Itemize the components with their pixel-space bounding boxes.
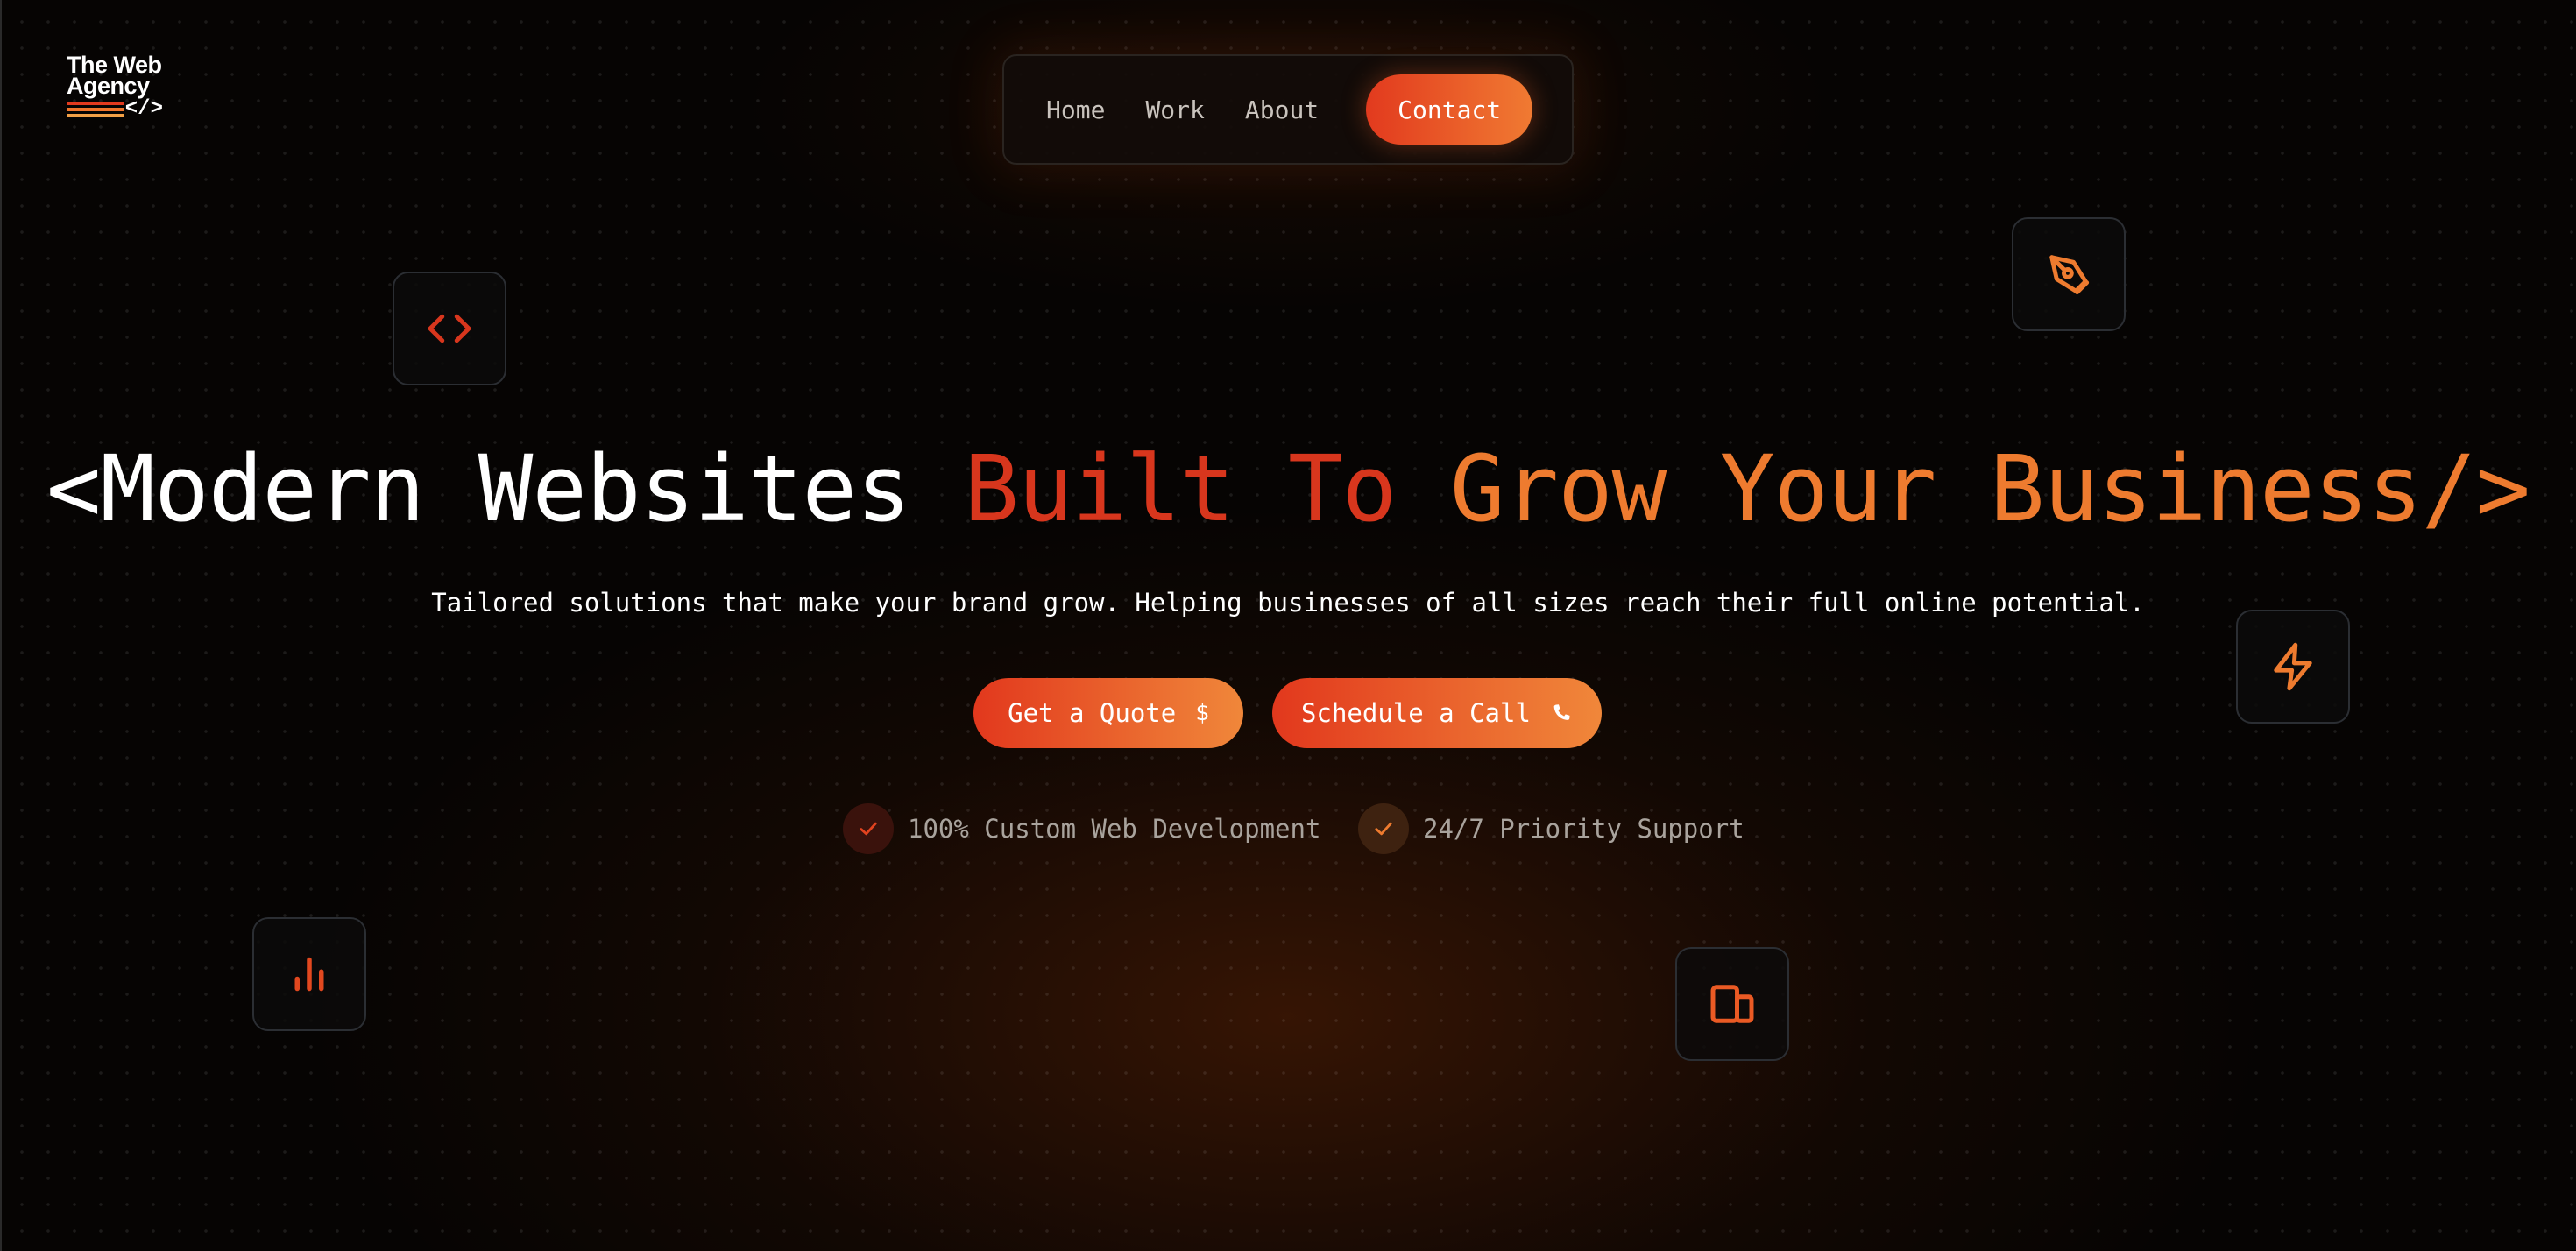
agency-logo[interactable]: The Web Agency </>	[67, 53, 163, 121]
nav-link-work[interactable]: Work	[1145, 95, 1204, 124]
devices-icon	[1710, 985, 1754, 1023]
lightning-tile	[2236, 610, 2350, 724]
window-edge	[0, 0, 2, 1251]
nav-link-about[interactable]: About	[1245, 95, 1319, 124]
code-icon	[428, 314, 471, 343]
get-quote-label: Get a Quote	[1008, 698, 1177, 728]
pen-tool-tile	[2012, 217, 2126, 331]
devices-tile	[1675, 947, 1789, 1061]
feature-priority-support: 24/7 Priority Support	[1358, 802, 1744, 855]
hero-title: <Modern Websites Built To Grow Your Busi…	[0, 436, 2576, 541]
schedule-call-button[interactable]: Schedule a Call	[1272, 678, 1602, 748]
feature-label: 24/7 Priority Support	[1423, 814, 1744, 844]
lightning-icon	[2274, 642, 2312, 691]
hero-title-part-2: Built To	[964, 435, 1450, 542]
dollar-icon: $	[1195, 700, 1209, 726]
nav-link-home[interactable]: Home	[1046, 95, 1105, 124]
hero-subtitle: Tailored solutions that make your brand …	[431, 588, 2145, 618]
background-dot-grid	[0, 0, 2576, 1251]
hero-title-part-1: <Modern Websites	[46, 435, 965, 542]
bar-chart-tile	[252, 917, 366, 1031]
schedule-call-label: Schedule a Call	[1301, 698, 1531, 728]
phone-icon	[1553, 704, 1570, 720]
top-navigation: Home Work About Contact	[1002, 54, 1574, 165]
logo-text-line2: Agency	[67, 73, 150, 99]
feature-label: 100% Custom Web Development	[908, 814, 1321, 844]
feature-check-badge	[1358, 803, 1409, 854]
pen-tool-icon	[2049, 255, 2090, 295]
hero-title-part-3: Grow Your Business/>	[1449, 435, 2530, 542]
get-quote-button[interactable]: Get a Quote $	[973, 678, 1243, 748]
logo-stripes	[67, 102, 124, 117]
bar-chart-icon	[294, 957, 324, 992]
feature-check-badge	[843, 803, 894, 854]
check-icon	[1375, 822, 1392, 836]
logo-mark: </>	[67, 97, 163, 121]
contact-button[interactable]: Contact	[1366, 74, 1533, 145]
logo-code-glyph: </>	[124, 97, 163, 121]
feature-custom-development: 100% Custom Web Development	[843, 802, 1320, 855]
check-icon	[860, 822, 877, 836]
code-tile	[393, 272, 506, 385]
